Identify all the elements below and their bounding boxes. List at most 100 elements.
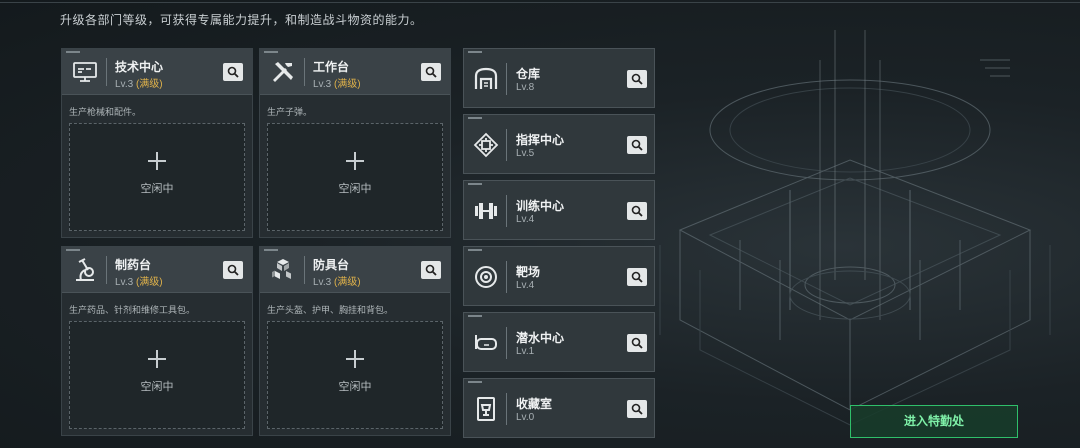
inspect-button[interactable] — [223, 63, 243, 81]
dumbbell-icon — [475, 203, 497, 219]
production-slot[interactable]: 空闲中 — [69, 321, 245, 429]
corner-mark — [468, 315, 482, 317]
workshop-card-workbench: 工作台 Lv.3 (满级) 生产子弹。 空闲中 — [259, 48, 451, 238]
tools-icon — [273, 62, 293, 82]
divider — [304, 58, 305, 86]
diving-mask-icon — [475, 335, 497, 350]
search-icon — [631, 205, 643, 217]
corner-mark — [264, 51, 278, 53]
production-slot[interactable]: 空闲中 — [69, 123, 245, 231]
facility-card-shooting-range[interactable]: 靶场 Lv.4 — [463, 246, 655, 306]
facility-card-command-center[interactable]: 指挥中心 Lv.5 — [463, 114, 655, 174]
corner-mark — [468, 51, 482, 53]
divider — [506, 261, 507, 293]
card-header: 工作台 Lv.3 (满级) — [260, 49, 450, 95]
workshop-level: Lv.3 (满级) — [313, 79, 361, 90]
page-subtitle: 升级各部门等级，可获得专属能力提升，和制造战斗物资的能力。 — [60, 13, 423, 27]
facility-name: 指挥中心 — [516, 133, 565, 147]
inspect-button[interactable] — [223, 261, 243, 279]
divider — [106, 58, 107, 86]
inspect-button[interactable] — [421, 261, 441, 279]
trophy-case-icon — [477, 397, 495, 421]
workshop-name: 防具台 — [313, 258, 350, 272]
facility-level: Lv.8 — [516, 82, 535, 93]
inspect-button[interactable] — [627, 202, 647, 220]
divider — [506, 327, 507, 359]
search-icon — [425, 66, 437, 78]
corner-mark — [468, 381, 482, 383]
workshop-level: Lv.3 (满级) — [115, 277, 163, 288]
facility-name: 潜水中心 — [516, 331, 565, 345]
microscope-icon — [76, 258, 94, 281]
workshop-name: 技术中心 — [115, 60, 164, 74]
card-header: 防具台 Lv.3 (满级) — [260, 247, 450, 293]
inspect-button[interactable] — [421, 63, 441, 81]
search-icon — [631, 271, 643, 283]
card-header: 技术中心 Lv.3 (满级) — [62, 49, 252, 95]
inspect-button[interactable] — [627, 400, 647, 418]
facility-card-diving-center[interactable]: 潜水中心 Lv.1 — [463, 312, 655, 372]
inspect-button[interactable] — [627, 334, 647, 352]
facility-level: Lv.4 — [516, 280, 535, 291]
facility-level: Lv.1 — [516, 346, 535, 357]
facility-card-collection-room[interactable]: 收藏室 Lv.0 — [463, 378, 655, 438]
divider — [506, 195, 507, 227]
facility-card-warehouse[interactable]: 仓库 Lv.8 — [463, 48, 655, 108]
workshop-card-armor-bench: 防具台 Lv.3 (满级) 生产头盔、护甲、胸挂和背包。 空闲中 — [259, 246, 451, 436]
workshop-description: 生产头盔、护甲、胸挂和背包。 — [267, 305, 394, 315]
workshop-level: Lv.3 (满级) — [313, 277, 361, 288]
target-icon — [475, 266, 497, 288]
divider — [506, 129, 507, 161]
plus-icon — [148, 350, 166, 368]
workshop-name: 制药台 — [115, 258, 152, 272]
computer-icon — [73, 62, 97, 82]
facility-level: Lv.5 — [516, 148, 535, 159]
corner-mark — [468, 183, 482, 185]
plus-icon — [148, 152, 166, 170]
search-icon — [227, 264, 239, 276]
facility-card-training-center[interactable]: 训练中心 Lv.4 — [463, 180, 655, 240]
search-icon — [631, 403, 643, 415]
divider — [506, 393, 507, 425]
plus-icon — [346, 152, 364, 170]
workshop-description: 生产枪械和配件。 — [69, 107, 142, 117]
cubes-icon — [272, 259, 291, 279]
corner-mark — [66, 51, 80, 53]
divider — [506, 63, 507, 95]
chip-icon — [473, 132, 499, 158]
workshop-description: 生产药品、针剂和维修工具包。 — [69, 305, 196, 315]
card-header: 制药台 Lv.3 (满级) — [62, 247, 252, 293]
workshop-level: Lv.3 (满级) — [115, 79, 163, 90]
workshop-description: 生产子弹。 — [267, 107, 313, 117]
corner-mark — [264, 249, 278, 251]
workshop-name: 工作台 — [313, 60, 350, 74]
plus-icon — [346, 350, 364, 368]
search-icon — [425, 264, 437, 276]
inspect-button[interactable] — [627, 70, 647, 88]
facility-name: 靶场 — [516, 265, 541, 279]
slot-status: 空闲中 — [140, 183, 174, 195]
corner-mark — [468, 249, 482, 251]
warehouse-icon — [474, 67, 498, 89]
divider — [106, 256, 107, 284]
facility-level: Lv.0 — [516, 412, 535, 423]
search-icon — [631, 139, 643, 151]
facility-name: 训练中心 — [516, 199, 565, 213]
search-icon — [631, 337, 643, 349]
facility-name: 收藏室 — [516, 397, 553, 411]
workshop-card-pharmacy: 制药台 Lv.3 (满级) 生产药品、针剂和维修工具包。 空闲中 — [61, 246, 253, 436]
production-slot[interactable]: 空闲中 — [267, 123, 443, 231]
search-icon — [631, 73, 643, 85]
base-structure-art — [659, 30, 1051, 426]
top-divider — [0, 0, 1080, 3]
divider — [304, 256, 305, 284]
inspect-button[interactable] — [627, 136, 647, 154]
enter-special-ops-button[interactable]: 进入特勤处 — [850, 405, 1018, 438]
facility-level: Lv.4 — [516, 214, 535, 225]
production-slot[interactable]: 空闲中 — [267, 321, 443, 429]
corner-mark — [66, 249, 80, 251]
facility-name: 仓库 — [516, 67, 541, 81]
inspect-button[interactable] — [627, 268, 647, 286]
slot-status: 空闲中 — [338, 183, 372, 195]
slot-status: 空闲中 — [338, 381, 372, 393]
